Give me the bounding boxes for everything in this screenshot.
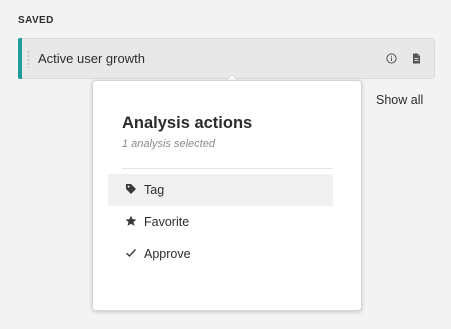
favorite-action-label: Favorite	[144, 215, 190, 229]
info-icon[interactable]	[386, 53, 397, 64]
popover-divider	[122, 168, 332, 169]
tag-icon	[125, 182, 137, 196]
popover-title: Analysis actions	[122, 114, 253, 132]
selection-accent-bar	[18, 38, 22, 79]
show-all-link[interactable]: Show all	[376, 93, 423, 107]
saved-analysis-title: Active user growth	[38, 51, 145, 66]
approve-action[interactable]: Approve	[108, 238, 333, 270]
tag-action[interactable]: Tag	[108, 174, 333, 206]
checkmark-icon	[125, 246, 137, 260]
analysis-actions-popover: Analysis actions 1 analysis selected Tag…	[92, 80, 362, 311]
star-icon	[125, 214, 137, 228]
approve-action-label: Approve	[144, 247, 191, 261]
favorite-action[interactable]: Favorite	[108, 206, 333, 238]
tag-action-label: Tag	[144, 183, 165, 197]
saved-section-label: SAVED	[18, 15, 54, 26]
report-icon[interactable]	[411, 53, 422, 64]
saved-analysis-item[interactable]: Active user growth	[18, 38, 435, 79]
action-list: Tag Favorite Approve	[108, 174, 333, 270]
drag-handle-icon[interactable]	[27, 50, 30, 68]
popover-subtitle: 1 analysis selected	[122, 138, 215, 150]
